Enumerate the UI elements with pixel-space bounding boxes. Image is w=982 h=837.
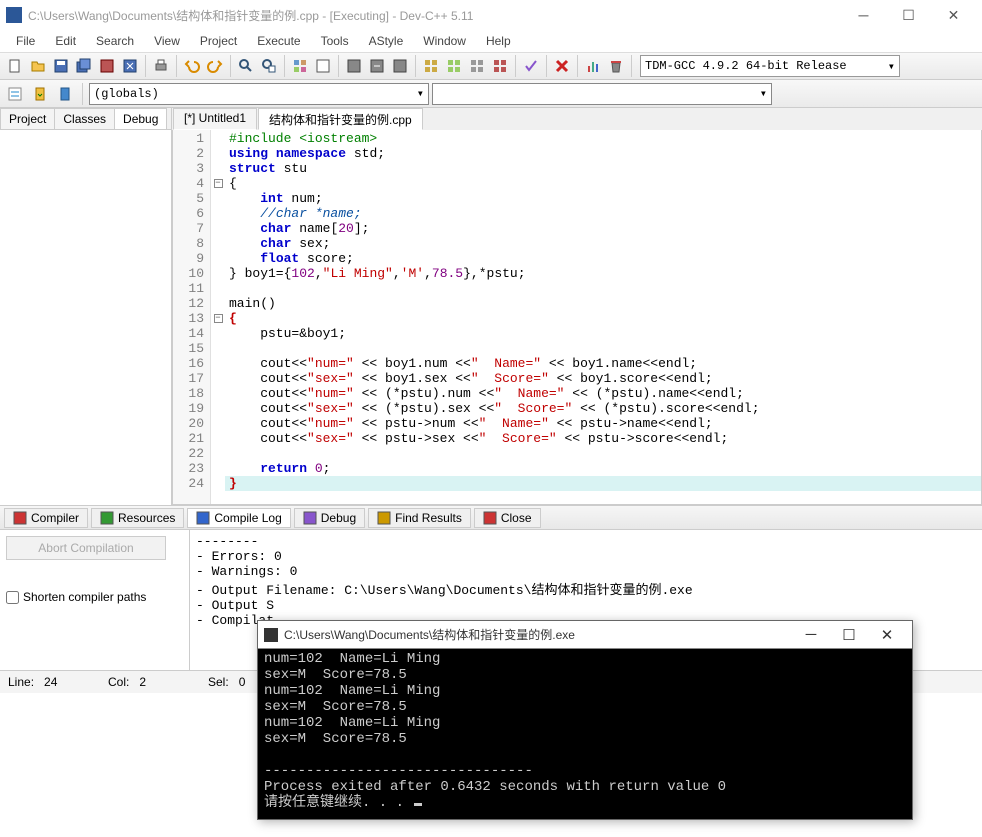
menu-search[interactable]: Search	[86, 32, 144, 50]
fold-gutter: −−	[211, 130, 225, 504]
file-tab-0[interactable]: [*] Untitled1	[173, 108, 257, 130]
console-maximize-button[interactable]: ☐	[830, 623, 868, 647]
close-file-icon[interactable]	[119, 55, 141, 77]
chevron-down-icon: ▾	[888, 59, 895, 74]
goto-icon[interactable]	[4, 83, 26, 105]
minimize-button[interactable]: ─	[841, 1, 886, 29]
undo-icon[interactable]	[181, 55, 203, 77]
bottom-tab-find-results[interactable]: Find Results	[368, 508, 471, 528]
compiler-icon	[13, 511, 27, 525]
save-icon[interactable]	[50, 55, 72, 77]
close-button[interactable]: ✕	[931, 1, 976, 29]
menu-help[interactable]: Help	[476, 32, 521, 50]
trash-icon[interactable]	[605, 55, 627, 77]
grid1-icon[interactable]	[420, 55, 442, 77]
bookmark-add-icon[interactable]	[29, 83, 51, 105]
replace-icon[interactable]	[258, 55, 280, 77]
bookmark-icon[interactable]	[54, 83, 76, 105]
console-minimize-button[interactable]: ─	[792, 623, 830, 647]
bottom-tabs: CompilerResourcesCompile LogDebugFind Re…	[0, 506, 982, 530]
rebuild-icon[interactable]	[366, 55, 388, 77]
console-titlebar[interactable]: C:\Users\Wang\Documents\结构体和指针变量的例.exe ─…	[258, 621, 912, 649]
cursor-icon	[414, 803, 422, 806]
console-output: num=102 Name=Li Ming sex=M Score=78.5 nu…	[258, 649, 912, 813]
shorten-paths-checkbox[interactable]: Shorten compiler paths	[6, 590, 183, 604]
menu-tools[interactable]: Tools	[311, 32, 359, 50]
chevron-down-icon: ▾	[760, 86, 767, 101]
compile-controls: Abort Compilation Shorten compiler paths	[0, 530, 190, 670]
run-icon[interactable]	[312, 55, 334, 77]
debug-icon	[303, 511, 317, 525]
window-title: C:\Users\Wang\Documents\结构体和指针变量的例.cpp -…	[28, 7, 841, 24]
console-title: C:\Users\Wang\Documents\结构体和指针变量的例.exe	[284, 626, 792, 643]
save-all-icon[interactable]	[73, 55, 95, 77]
left-panel-body	[0, 130, 171, 505]
grid2-icon[interactable]	[443, 55, 465, 77]
resources-icon	[100, 511, 114, 525]
save-as-icon[interactable]	[96, 55, 118, 77]
find-results-icon	[377, 511, 391, 525]
app-icon	[6, 7, 22, 23]
bottom-tab-close[interactable]: Close	[474, 508, 541, 528]
new-file-icon[interactable]	[4, 55, 26, 77]
grid4-icon[interactable]	[489, 55, 511, 77]
member-selector[interactable]: ▾	[432, 83, 772, 105]
left-tab-debug[interactable]: Debug	[114, 108, 167, 129]
left-panel-tabs: ProjectClassesDebug	[0, 108, 171, 130]
shorten-paths-input[interactable]	[6, 591, 19, 604]
menu-execute[interactable]: Execute	[247, 32, 310, 50]
redo-icon[interactable]	[204, 55, 226, 77]
scope-selector[interactable]: (globals) ▾	[89, 83, 429, 105]
status-col: 2	[139, 675, 146, 689]
debug-icon[interactable]	[389, 55, 411, 77]
code-lines[interactable]: #include <iostream>using namespace std;s…	[225, 130, 981, 504]
find-icon[interactable]	[235, 55, 257, 77]
menu-window[interactable]: Window	[413, 32, 476, 50]
console-window[interactable]: C:\Users\Wang\Documents\结构体和指针变量的例.exe ─…	[257, 620, 913, 820]
menu-view[interactable]: View	[144, 32, 190, 50]
bottom-tab-debug[interactable]: Debug	[294, 508, 365, 528]
file-tab-1[interactable]: 结构体和指针变量的例.cpp	[258, 108, 423, 130]
left-tab-project[interactable]: Project	[0, 108, 55, 129]
bottom-tab-compiler[interactable]: Compiler	[4, 508, 88, 528]
scope-selector-text: (globals)	[94, 87, 159, 101]
grid3-icon[interactable]	[466, 55, 488, 77]
abort-compilation-button: Abort Compilation	[6, 536, 166, 560]
compile-run-icon[interactable]	[343, 55, 365, 77]
print-icon[interactable]	[150, 55, 172, 77]
window-titlebar: C:\Users\Wang\Documents\结构体和指针变量的例.cpp -…	[0, 0, 982, 30]
open-file-icon[interactable]	[27, 55, 49, 77]
compiler-selector[interactable]: TDM-GCC 4.9.2 64-bit Release ▾	[640, 55, 900, 77]
left-panel: ProjectClassesDebug	[0, 108, 172, 505]
secondary-toolbar: (globals) ▾ ▾	[0, 80, 982, 108]
console-icon	[264, 628, 278, 642]
stop-icon[interactable]	[551, 55, 573, 77]
profile-icon[interactable]	[582, 55, 604, 77]
menu-astyle[interactable]: AStyle	[359, 32, 414, 50]
bottom-tab-resources[interactable]: Resources	[91, 508, 184, 528]
status-line: 24	[44, 675, 57, 689]
line-gutter: 123456789101112131415161718192021222324	[173, 130, 211, 504]
chevron-down-icon: ▾	[417, 86, 424, 101]
left-tab-classes[interactable]: Classes	[54, 108, 115, 129]
check-icon[interactable]	[520, 55, 542, 77]
menu-file[interactable]: File	[6, 32, 45, 50]
compiler-selector-text: TDM-GCC 4.9.2 64-bit Release	[645, 59, 847, 73]
compile-log-icon	[196, 511, 210, 525]
file-tabs: [*] Untitled1结构体和指针变量的例.cpp	[172, 108, 982, 130]
code-editor[interactable]: 123456789101112131415161718192021222324 …	[172, 130, 982, 505]
bottom-tab-compile-log[interactable]: Compile Log	[187, 508, 290, 528]
status-sel: 0	[239, 675, 246, 689]
compile-icon[interactable]	[289, 55, 311, 77]
menubar: FileEditSearchViewProjectExecuteToolsASt…	[0, 30, 982, 52]
console-close-button[interactable]: ✕	[868, 623, 906, 647]
main-toolbar: TDM-GCC 4.9.2 64-bit Release ▾	[0, 52, 982, 80]
maximize-button[interactable]: ☐	[886, 1, 931, 29]
shorten-paths-label: Shorten compiler paths	[23, 590, 146, 604]
menu-edit[interactable]: Edit	[45, 32, 86, 50]
menu-project[interactable]: Project	[190, 32, 247, 50]
close-icon	[483, 511, 497, 525]
